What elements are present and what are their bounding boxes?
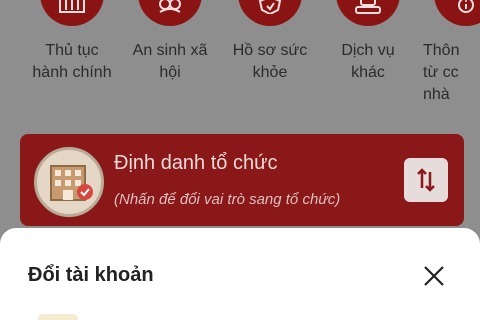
service-label: Thủ tục hành chính: [32, 42, 112, 81]
services-stack-icon: [336, 0, 400, 26]
health-shield-icon: [238, 0, 302, 26]
document-building-icon: [40, 0, 104, 26]
organization-card-subtitle: (Nhấn để đổi vai trò sang tổ chức): [114, 191, 341, 208]
community-hands-icon: [138, 0, 202, 26]
organization-building-icon: [34, 147, 104, 217]
switch-account-sheet: Đổi tài khoản: [0, 228, 480, 320]
info-icon: [434, 0, 480, 26]
service-label: Hồ sơ sức khỏe: [232, 42, 308, 81]
service-label: An sinh xã hội: [132, 42, 208, 81]
swap-vertical-icon[interactable]: [404, 158, 448, 202]
organization-identity-card[interactable]: Định danh tổ chức (Nhấn để đổi vai trò s…: [20, 134, 464, 226]
sheet-title: Đổi tài khoản: [28, 264, 154, 286]
service-label: Thôn từ cc nhà: [423, 42, 460, 103]
close-icon[interactable]: [418, 260, 450, 292]
account-option-preview: [38, 314, 78, 320]
organization-card-title: Định danh tổ chức: [114, 152, 278, 174]
service-grid: Thủ tục hành chính An sinh xã hội Hồ sơ …: [0, 0, 480, 120]
service-label: Dịch vụ khác: [341, 42, 395, 81]
